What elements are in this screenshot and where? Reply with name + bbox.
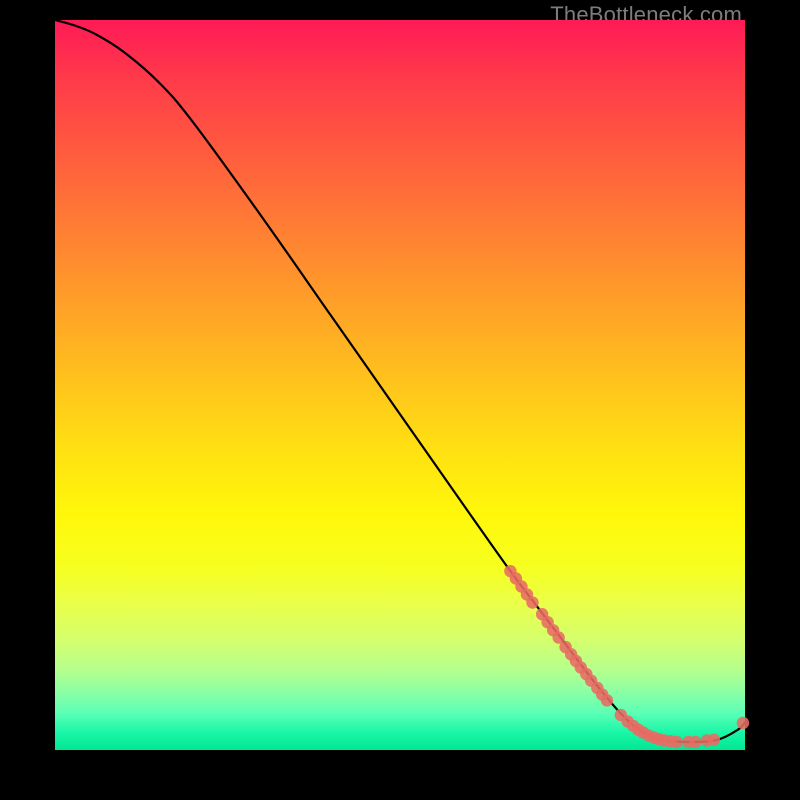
data-point (526, 596, 538, 608)
chart-stage: TheBottleneck.com (0, 0, 800, 800)
data-point (689, 736, 701, 748)
chart-svg (55, 20, 745, 750)
data-point (670, 736, 682, 748)
plot-area (55, 20, 745, 750)
curve-dots (504, 565, 749, 748)
data-point (601, 694, 613, 706)
bottleneck-curve (55, 20, 745, 742)
data-point (737, 717, 749, 729)
data-point (708, 734, 720, 746)
